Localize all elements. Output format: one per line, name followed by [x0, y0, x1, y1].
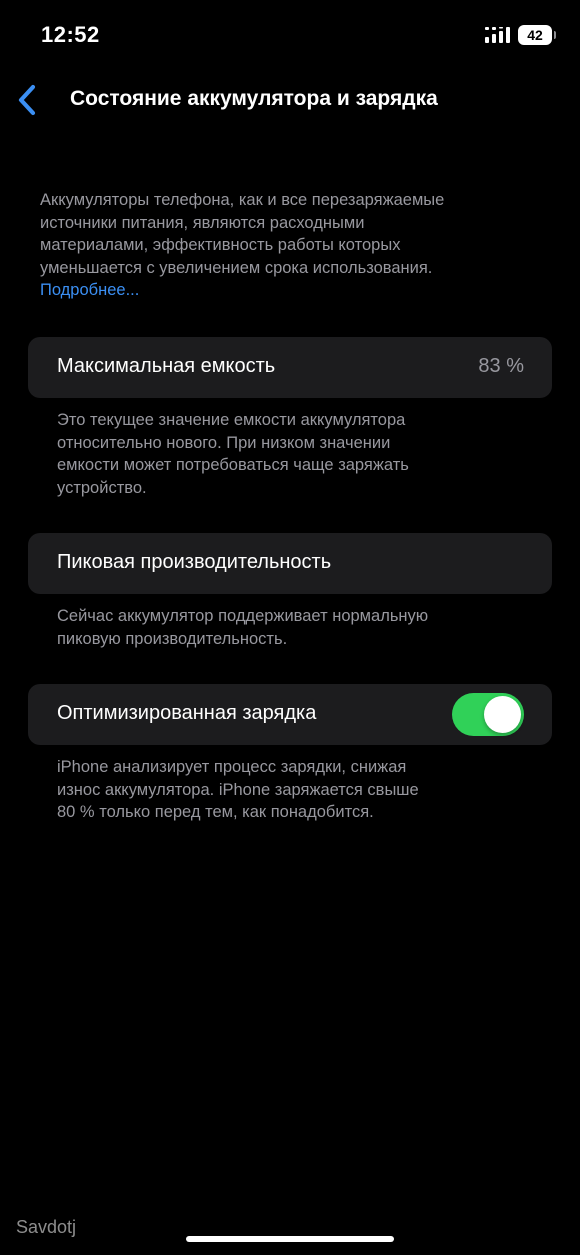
peak-performance-row: Пиковая производительность [28, 533, 552, 594]
home-indicator[interactable] [186, 1236, 394, 1242]
watermark: Savdotj [16, 1217, 77, 1237]
optimized-charging-toggle[interactable] [452, 693, 524, 736]
signal-bars-icon [485, 27, 510, 43]
status-time: 12:52 [41, 22, 100, 47]
status-bar: 12:52 42 [0, 0, 580, 70]
intro-text: Аккумуляторы телефона, как и все перезар… [40, 189, 545, 302]
intro-line: источники питания, являются расходными [40, 213, 365, 232]
page-title: Состояние аккумулятора и зарядка [70, 87, 438, 110]
max-capacity-label: Максимальная емкость [57, 355, 276, 377]
optimized-charging-row: Оптимизированная зарядка [28, 684, 552, 745]
back-button[interactable] [14, 82, 44, 118]
battery-icon: 42 [518, 25, 556, 45]
max-capacity-value: 83 % [478, 355, 524, 377]
navigation-bar: Состояние аккумулятора и зарядка [0, 80, 580, 120]
toggle-knob [484, 696, 521, 733]
footnote-line: емкости может потребоваться чаще заряжат… [57, 456, 409, 475]
optimized-charging-footnote: iPhone анализирует процесс зарядки, сниж… [57, 756, 527, 824]
footnote-line: Это текущее значение емкости аккумулятор… [57, 411, 406, 429]
max-capacity-row: Максимальная емкость 83 % [28, 337, 552, 398]
footnote-line: износ аккумулятора. iPhone заряжается св… [57, 780, 419, 799]
intro-line: уменьшается с увеличением срока использо… [40, 258, 433, 277]
optimized-charging-label: Оптимизированная зарядка [57, 702, 317, 724]
footnote-line: iPhone анализирует процесс зарядки, сниж… [57, 758, 407, 776]
footnote-line: устройство. [57, 478, 147, 497]
max-capacity-footnote: Это текущее значение емкости аккумулятор… [57, 409, 527, 499]
footnote-line: 80 % только перед тем, как понадобится. [57, 803, 374, 822]
learn-more-link[interactable]: Подробнее... [40, 279, 545, 302]
chevron-left-icon [18, 84, 36, 116]
footnote-line: Сейчас аккумулятор поддерживает нормальн… [57, 607, 429, 625]
peak-performance-label: Пиковая производительность [57, 551, 332, 573]
intro-line: Аккумуляторы телефона, как и все перезар… [40, 191, 445, 209]
peak-performance-footnote: Сейчас аккумулятор поддерживает нормальн… [57, 605, 527, 650]
intro-line: материалами, эффективность работы которы… [40, 236, 401, 255]
footnote-line: пиковую производительность. [57, 629, 288, 648]
footnote-line: относительно нового. При низком значении [57, 433, 391, 452]
